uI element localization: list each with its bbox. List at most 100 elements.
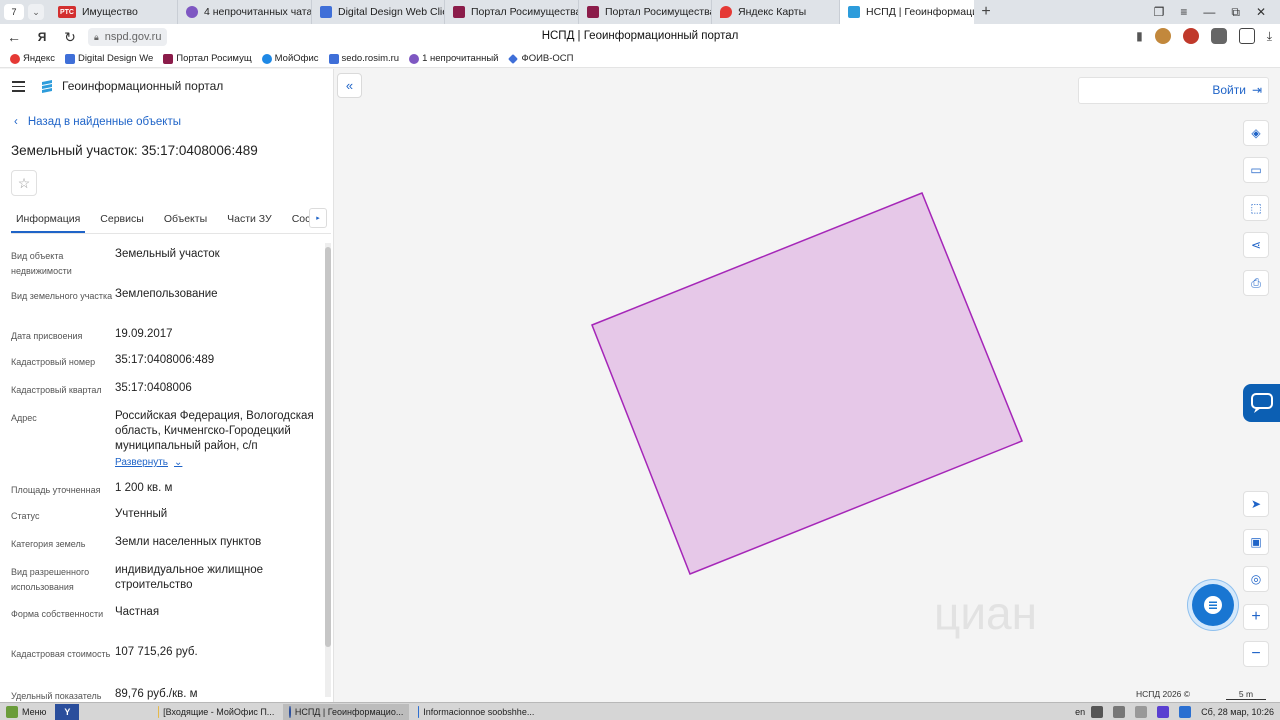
tab-label: Портал Росимущества: [605, 6, 712, 18]
print-icon[interactable]: ⎙: [1243, 270, 1269, 296]
bookmark-rosim[interactable]: Портал Росимущ: [163, 53, 252, 64]
extension-icon[interactable]: [1154, 28, 1171, 44]
tray-icon[interactable]: [1179, 705, 1192, 718]
expand-address-link[interactable]: Развернуть ⌄: [115, 455, 321, 470]
taskbar-item-nspd[interactable]: НСПД | Геоинформацио...: [283, 703, 410, 720]
bookmark-digital-design[interactable]: Digital Design We: [64, 53, 154, 64]
url-field[interactable]: 🔒︎ nspd.gov.ru: [88, 28, 168, 46]
extension-icon[interactable]: [1238, 28, 1255, 44]
collections-icon[interactable]: ❐: [1154, 5, 1165, 19]
bookmark-messenger[interactable]: 1 непрочитанный: [409, 53, 498, 64]
tab-label: НСПД | Геоинформаци: [866, 6, 974, 18]
clock[interactable]: Сб, 28 мар, 10:26: [1201, 707, 1274, 717]
collapse-panel-icon[interactable]: «: [337, 73, 362, 98]
tab-yandex-maps[interactable]: Яндекс Карты: [712, 0, 840, 24]
ruler-icon[interactable]: ▭: [1243, 157, 1269, 183]
network-icon[interactable]: [1091, 705, 1104, 718]
tab-information[interactable]: Информация: [11, 208, 86, 233]
bookmark-label: ФОИВ-ОСП: [521, 53, 574, 64]
tab-counter[interactable]: 7: [4, 4, 24, 20]
scrollbar-thumb[interactable]: [325, 247, 331, 647]
field-value: 1 200 кв. м: [115, 482, 173, 494]
yandex-icon[interactable]: Я: [28, 30, 56, 44]
chevron-down-icon: ⌄: [174, 457, 183, 468]
portal-name: Геоинформационный портал: [62, 79, 224, 93]
tabs-scroll-right-icon[interactable]: ▸: [309, 208, 327, 228]
list-item: Вид объекта недвижимости Земельный участо…: [11, 247, 321, 277]
tray-icon[interactable]: [1157, 705, 1170, 718]
share-icon[interactable]: ⋖: [1243, 232, 1269, 258]
bookmark-sedo[interactable]: sedo.rosim.ru: [328, 53, 399, 64]
hamburger-menu-icon[interactable]: [12, 81, 25, 95]
field-label: Вид земельного участка: [11, 291, 113, 301]
extension-icon[interactable]: [1182, 28, 1199, 44]
tab-objects[interactable]: Объекты: [159, 208, 212, 233]
map-scale: 5 m: [1226, 689, 1266, 700]
support-chat-icon[interactable]: [1243, 384, 1280, 422]
field-value: Учтенный: [115, 508, 168, 520]
feedback-menu-button[interactable]: [1192, 584, 1234, 626]
menu-icon[interactable]: ≡: [1180, 5, 1187, 19]
geolocation-icon[interactable]: ◎: [1243, 566, 1269, 592]
extension-icon[interactable]: [1210, 28, 1227, 44]
taskbar-item-mail[interactable]: [Входящие - МойОфис П...: [152, 704, 280, 720]
minimap-icon[interactable]: ▣: [1243, 529, 1269, 555]
minimize-icon[interactable]: —: [1203, 5, 1215, 19]
tray-icon[interactable]: [1135, 705, 1148, 718]
close-window-icon[interactable]: ✕: [1256, 5, 1266, 19]
tab-label: Портал Росимущества: [471, 6, 579, 18]
tab-digital-design[interactable]: Digital Design Web Client: [312, 0, 445, 24]
bookmark-yandex[interactable]: Яндекс: [10, 53, 55, 64]
bookmark-icon[interactable]: ▮: [1136, 29, 1143, 43]
new-tab-plus-icon[interactable]: +: [974, 3, 998, 21]
navigate-icon[interactable]: ➤: [1243, 491, 1269, 517]
zoom-in-icon[interactable]: +: [1243, 604, 1269, 630]
favorite-star-icon[interactable]: ☆: [11, 170, 37, 196]
layers-icon[interactable]: ◈: [1243, 120, 1269, 146]
map-pin-icon: [720, 6, 732, 18]
tab-label: Digital Design Web Client: [338, 6, 445, 18]
yandex-browser-launcher-icon[interactable]: Y: [55, 703, 80, 720]
field-value: Российская Федерация, Вологодская област…: [115, 410, 314, 452]
zoom-out-icon[interactable]: −: [1243, 641, 1269, 667]
panel-scrollbar[interactable]: [325, 243, 331, 697]
tab-rosim-1[interactable]: Портал Росимущества: [445, 0, 579, 24]
keyboard-layout[interactable]: en: [1075, 707, 1085, 717]
start-menu-button[interactable]: Меню: [0, 704, 52, 720]
field-value: 19.09.2017: [115, 328, 173, 340]
cloud-icon: [261, 53, 272, 64]
reload-icon[interactable]: ↻: [56, 29, 84, 46]
watermark-text: циан: [934, 587, 1037, 639]
menu-logo-icon: [6, 705, 18, 718]
list-item: Адрес Российская Федерация, Вологодская …: [11, 409, 321, 471]
login-button[interactable]: Войти ⇥: [1212, 83, 1262, 97]
select-area-icon[interactable]: ⬚: [1243, 195, 1269, 221]
login-bar: Войти ⇥: [1078, 77, 1269, 104]
bookmark-label: Digital Design We: [77, 53, 154, 64]
map-canvas[interactable]: циан: [334, 69, 1280, 702]
tab-rosim-2[interactable]: Портал Росимущества: [579, 0, 712, 24]
maximize-icon[interactable]: ⧉: [1231, 5, 1240, 20]
tab-parts[interactable]: Части ЗУ: [222, 208, 277, 233]
downloads-icon[interactable]: ⤓: [1267, 29, 1272, 44]
back-arrow-icon[interactable]: ←: [0, 29, 28, 45]
tab-chats[interactable]: 4 непрочитанных чата: [178, 0, 312, 24]
field-value: 35:17:0408006:489: [115, 354, 215, 366]
tab-list-chevron-icon[interactable]: ⌄: [28, 4, 44, 20]
bookmark-myoffice[interactable]: МойОфис: [261, 53, 319, 64]
bookmark-foiv[interactable]: ФОИВ-ОСП: [508, 53, 574, 64]
bookmark-label: Портал Росимущ: [176, 53, 252, 64]
sedo-icon: [328, 53, 339, 64]
field-label: Площадь уточненная: [11, 485, 101, 495]
volume-icon[interactable]: [1113, 705, 1126, 718]
page-title: НСПД | Геоинформационный портал: [541, 30, 739, 42]
tab-nspd[interactable]: НСПД | Геоинформаци ✕: [840, 0, 974, 24]
tab-services[interactable]: Сервисы: [95, 208, 149, 233]
back-to-results-link[interactable]: ‹ Назад в найденные объекты: [14, 116, 181, 128]
taskbar-item-document[interactable]: Informacionnoe soobshhe...: [412, 704, 540, 720]
tab-imushchestvo[interactable]: РТС Имущество: [50, 0, 178, 24]
browser-tab-strip: 7 ⌄ РТС Имущество 4 непрочитанных чата D…: [0, 0, 1280, 24]
list-item: Дата присвоения 19.09.2017: [11, 327, 321, 343]
land-parcel-polygon[interactable]: [591, 192, 1023, 575]
yandex-icon: [10, 53, 20, 64]
